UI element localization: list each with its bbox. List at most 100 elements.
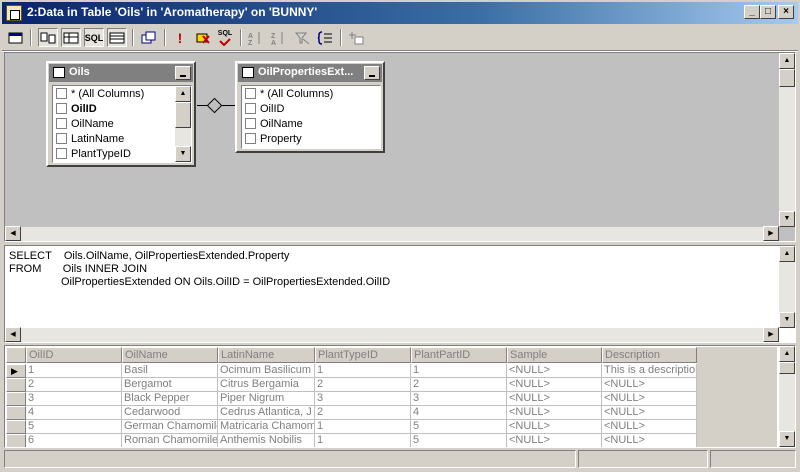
grid-cell[interactable]: 2 — [315, 406, 411, 420]
grid-vertical-scrollbar[interactable]: ▲ ▼ — [779, 346, 795, 447]
grid-cell[interactable]: Basil — [122, 364, 218, 378]
diagram-horizontal-scrollbar[interactable]: ◀ ▶ — [5, 226, 779, 241]
sql-pane-icon[interactable]: SQL — [84, 28, 104, 47]
row-selector[interactable] — [6, 406, 26, 420]
column-item[interactable]: LatinName — [53, 131, 191, 146]
grid-cell[interactable]: 1 — [315, 364, 411, 378]
grid-cell[interactable]: <NULL> — [602, 378, 697, 392]
grid-cell[interactable]: Cedarwood — [122, 406, 218, 420]
column-header-sample[interactable]: Sample — [507, 347, 602, 363]
grid-cell[interactable]: 1 — [315, 420, 411, 434]
sql-vertical-scrollbar[interactable]: ▲ ▼ — [779, 246, 795, 328]
properties-icon[interactable] — [6, 28, 26, 47]
scroll-down-icon[interactable]: ▼ — [175, 146, 191, 162]
row-selector[interactable] — [6, 392, 26, 406]
column-item[interactable]: * (All Columns) — [53, 86, 191, 101]
table-oils-header[interactable]: Oils — [49, 64, 193, 82]
table-minimize-button[interactable] — [364, 66, 380, 80]
grid-cell[interactable]: Citrus Bergamia — [218, 378, 315, 392]
verify-sql-icon[interactable]: SQL — [215, 28, 235, 47]
grid-cell[interactable]: 1 — [26, 364, 122, 378]
scroll-up-icon[interactable]: ▲ — [779, 53, 795, 69]
column-header-description[interactable]: Description — [602, 347, 697, 363]
scroll-down-icon[interactable]: ▼ — [779, 211, 795, 227]
row-selector[interactable] — [6, 420, 26, 434]
grid-corner[interactable] — [6, 347, 26, 363]
grid-cell[interactable]: 4 — [411, 406, 507, 420]
column-checkbox[interactable] — [56, 148, 67, 159]
scroll-right-icon[interactable]: ▶ — [763, 327, 779, 342]
grid-cell[interactable]: <NULL> — [507, 392, 602, 406]
grid-cell[interactable]: German Chamomile — [122, 420, 218, 434]
grid-cell[interactable]: 2 — [26, 378, 122, 392]
grid-cell[interactable]: Black Pepper — [122, 392, 218, 406]
sql-pane[interactable]: SELECT Oils.OilName, OilPropertiesExtend… — [4, 245, 796, 343]
title-bar[interactable]: 2:Data in Table 'Oils' in 'Aromatherapy'… — [2, 2, 798, 24]
grid-cell[interactable]: 5 — [411, 434, 507, 447]
diagram-pane-icon[interactable] — [38, 28, 58, 47]
table-oils[interactable]: Oils * (All Columns) OilID OilName Latin… — [46, 61, 196, 167]
scroll-left-icon[interactable]: ◀ — [5, 327, 21, 342]
grid-cell[interactable]: Bergamot — [122, 378, 218, 392]
scroll-left-icon[interactable]: ◀ — [5, 226, 21, 241]
scroll-up-icon[interactable]: ▲ — [779, 346, 795, 362]
scroll-thumb[interactable] — [175, 102, 191, 128]
run-icon[interactable]: ! — [170, 28, 190, 47]
change-query-type-icon[interactable] — [139, 28, 159, 47]
grid-cell[interactable]: Anthemis Nobilis — [218, 434, 315, 447]
add-table-icon[interactable] — [346, 28, 366, 47]
column-item[interactable]: Property — [242, 131, 380, 146]
diagram-vertical-scrollbar[interactable]: ▲ ▼ — [779, 53, 795, 227]
scroll-thumb[interactable] — [779, 362, 795, 374]
grid-cell[interactable]: Matricaria Chamom — [218, 420, 315, 434]
grid-cell[interactable]: 6 — [26, 434, 122, 447]
results-pane-icon[interactable] — [107, 28, 127, 47]
column-checkbox[interactable] — [56, 118, 67, 129]
column-checkbox[interactable] — [245, 118, 256, 129]
grid-cell[interactable]: <NULL> — [602, 406, 697, 420]
column-item[interactable]: OilName — [53, 116, 191, 131]
column-header-latinname[interactable]: LatinName — [218, 347, 315, 363]
scroll-right-icon[interactable]: ▶ — [763, 226, 779, 241]
minimize-button[interactable]: _ — [744, 5, 760, 19]
scroll-up-icon[interactable]: ▲ — [779, 246, 795, 262]
grid-cell[interactable]: <NULL> — [602, 420, 697, 434]
grid-cell[interactable]: Roman Chamomile — [122, 434, 218, 447]
column-item[interactable]: PlantTypeID — [53, 146, 191, 161]
grid-cell[interactable]: 4 — [26, 406, 122, 420]
results-grid[interactable]: OilID OilName LatinName PlantTypeID Plan… — [4, 345, 796, 448]
column-item[interactable]: OilID — [242, 101, 380, 116]
column-checkbox[interactable] — [245, 103, 256, 114]
table-minimize-button[interactable] — [175, 66, 191, 80]
row-selector[interactable]: ▶ — [6, 364, 26, 378]
grid-cell[interactable]: <NULL> — [602, 392, 697, 406]
grid-cell[interactable]: 2 — [411, 378, 507, 392]
column-item[interactable]: OilName — [242, 116, 380, 131]
grid-cell[interactable]: <NULL> — [602, 434, 697, 447]
table-oilprops-header[interactable]: OilPropertiesExt... — [238, 64, 382, 82]
remove-filter-icon[interactable] — [292, 28, 312, 47]
scroll-down-icon[interactable]: ▼ — [779, 312, 795, 328]
column-checkbox[interactable] — [245, 133, 256, 144]
column-checkbox[interactable] — [56, 88, 67, 99]
grid-cell[interactable]: <NULL> — [507, 378, 602, 392]
grid-cell[interactable]: <NULL> — [507, 406, 602, 420]
grid-cell[interactable]: 1 — [411, 364, 507, 378]
sort-descending-icon[interactable]: ZA — [269, 28, 289, 47]
grid-cell[interactable]: 3 — [26, 392, 122, 406]
row-selector[interactable] — [6, 378, 26, 392]
diagram-pane[interactable]: Oils * (All Columns) OilID OilName Latin… — [4, 52, 796, 242]
column-checkbox[interactable] — [245, 88, 256, 99]
group-by-icon[interactable] — [315, 28, 335, 47]
grid-cell[interactable]: 1 — [315, 434, 411, 447]
maximize-button[interactable]: □ — [760, 5, 776, 19]
grid-cell[interactable]: <NULL> — [507, 364, 602, 378]
column-checkbox[interactable] — [56, 133, 67, 144]
sql-horizontal-scrollbar[interactable]: ◀ ▶ — [5, 327, 779, 342]
app-icon[interactable] — [6, 5, 22, 21]
scroll-down-icon[interactable]: ▼ — [779, 431, 795, 447]
column-header-oilid[interactable]: OilID — [26, 347, 122, 363]
column-checkbox[interactable] — [56, 103, 67, 114]
column-header-planttypeid[interactable]: PlantTypeID — [315, 347, 411, 363]
table-oils-scrollbar[interactable]: ▲ ▼ — [175, 86, 191, 162]
